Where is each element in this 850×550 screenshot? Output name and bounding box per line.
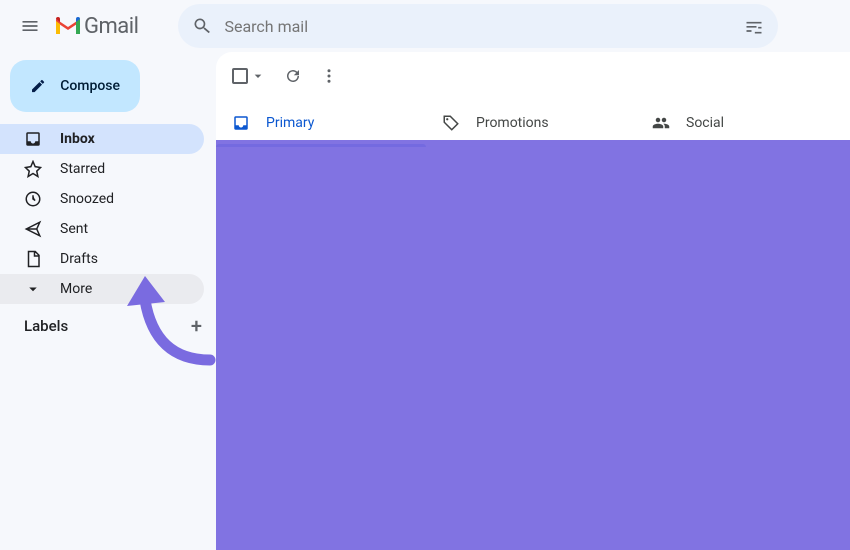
pencil-icon bbox=[30, 76, 46, 96]
sidebar-item-starred[interactable]: Starred bbox=[0, 154, 204, 184]
compose-button[interactable]: Compose bbox=[10, 60, 140, 112]
labels-heading: Labels + bbox=[0, 304, 216, 348]
compose-label: Compose bbox=[60, 78, 120, 94]
labels-heading-text: Labels bbox=[24, 317, 68, 335]
product-name: Gmail bbox=[84, 14, 138, 39]
sidebar: Compose Inbox Starred Snoozed Sent Draft… bbox=[0, 52, 216, 550]
tab-label: Primary bbox=[266, 115, 314, 131]
top-bar: Gmail bbox=[0, 0, 850, 52]
select-all[interactable] bbox=[232, 68, 266, 84]
sidebar-item-label: More bbox=[60, 281, 92, 297]
sidebar-item-label: Inbox bbox=[60, 131, 95, 147]
inbox-icon bbox=[232, 114, 250, 132]
star-icon bbox=[24, 160, 42, 178]
tag-icon bbox=[442, 114, 460, 132]
caret-down-icon bbox=[250, 68, 266, 84]
more-vert-icon[interactable] bbox=[320, 67, 338, 85]
hamburger-menu[interactable] bbox=[8, 4, 52, 48]
sidebar-item-label: Drafts bbox=[60, 251, 98, 267]
sidebar-item-more[interactable]: More bbox=[0, 274, 204, 304]
refresh-icon[interactable] bbox=[284, 67, 302, 85]
tune-icon[interactable] bbox=[744, 16, 764, 36]
sidebar-item-label: Starred bbox=[60, 161, 105, 177]
annotation-overlay bbox=[216, 140, 850, 550]
search-icon bbox=[192, 16, 212, 36]
sidebar-item-sent[interactable]: Sent bbox=[0, 214, 204, 244]
add-label-button[interactable]: + bbox=[191, 314, 202, 338]
sidebar-item-label: Sent bbox=[60, 221, 88, 237]
gmail-logo[interactable]: Gmail bbox=[54, 14, 138, 39]
search-input[interactable] bbox=[224, 17, 744, 36]
gmail-icon bbox=[54, 15, 82, 37]
tab-label: Social bbox=[686, 115, 724, 131]
tab-label: Promotions bbox=[476, 115, 549, 131]
sidebar-item-snoozed[interactable]: Snoozed bbox=[0, 184, 204, 214]
inbox-icon bbox=[24, 130, 42, 148]
checkbox-icon bbox=[232, 68, 248, 84]
sidebar-item-inbox[interactable]: Inbox bbox=[0, 124, 204, 154]
sidebar-item-drafts[interactable]: Drafts bbox=[0, 244, 204, 274]
people-icon bbox=[652, 114, 670, 132]
search-bar[interactable] bbox=[178, 4, 778, 48]
file-icon bbox=[24, 250, 42, 268]
send-icon bbox=[24, 220, 42, 238]
menu-icon bbox=[20, 16, 40, 36]
chevron-down-icon bbox=[24, 280, 42, 298]
sidebar-item-label: Snoozed bbox=[60, 191, 114, 207]
mail-toolbar bbox=[216, 52, 850, 100]
clock-icon bbox=[24, 190, 42, 208]
